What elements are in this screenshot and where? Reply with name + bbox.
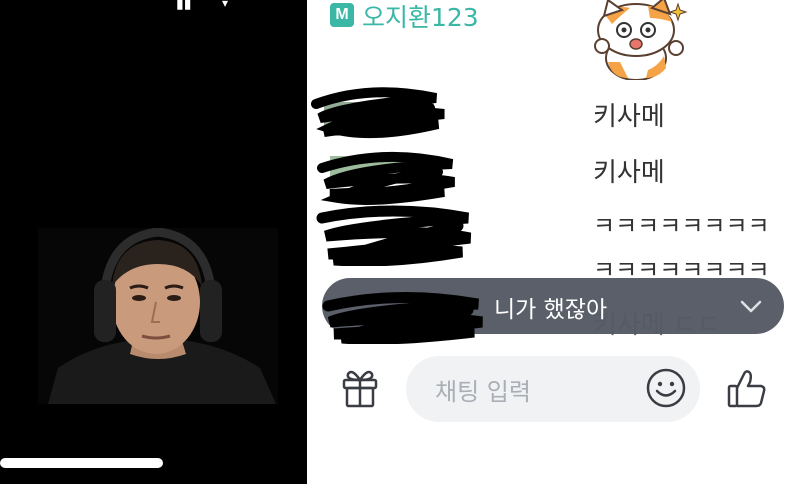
thumbs-up-icon[interactable] xyxy=(724,366,770,412)
cat-sticker xyxy=(592,0,696,81)
redacted-username xyxy=(317,151,455,205)
playback-progress-bar[interactable] xyxy=(0,458,163,468)
chat-input-placeholder: 채팅 입력 xyxy=(435,378,531,406)
streamer-webcam xyxy=(38,228,278,404)
status-glyph-2: ▾ xyxy=(222,0,229,10)
pinned-message-text: 니가 했잖아 xyxy=(494,297,608,323)
chat-message-text: 키사메 xyxy=(593,102,665,132)
video-player[interactable]: ▮▮ ▾ xyxy=(0,0,307,484)
redacted-username xyxy=(316,205,472,266)
chat-message-text: ㅋㅋㅋㅋㅋㅋㅋㅋ xyxy=(593,212,770,240)
status-glyph: ▮▮ xyxy=(176,0,192,12)
redacted-username xyxy=(311,87,445,139)
emoji-icon[interactable] xyxy=(644,366,688,410)
chevron-down-icon[interactable] xyxy=(736,292,766,322)
gift-icon[interactable] xyxy=(338,366,382,410)
chat-username[interactable]: 오지환123 xyxy=(362,0,479,34)
chat-message-text: 키사메 xyxy=(593,158,665,188)
redacted-username xyxy=(322,291,483,344)
manager-badge: M xyxy=(330,3,354,27)
